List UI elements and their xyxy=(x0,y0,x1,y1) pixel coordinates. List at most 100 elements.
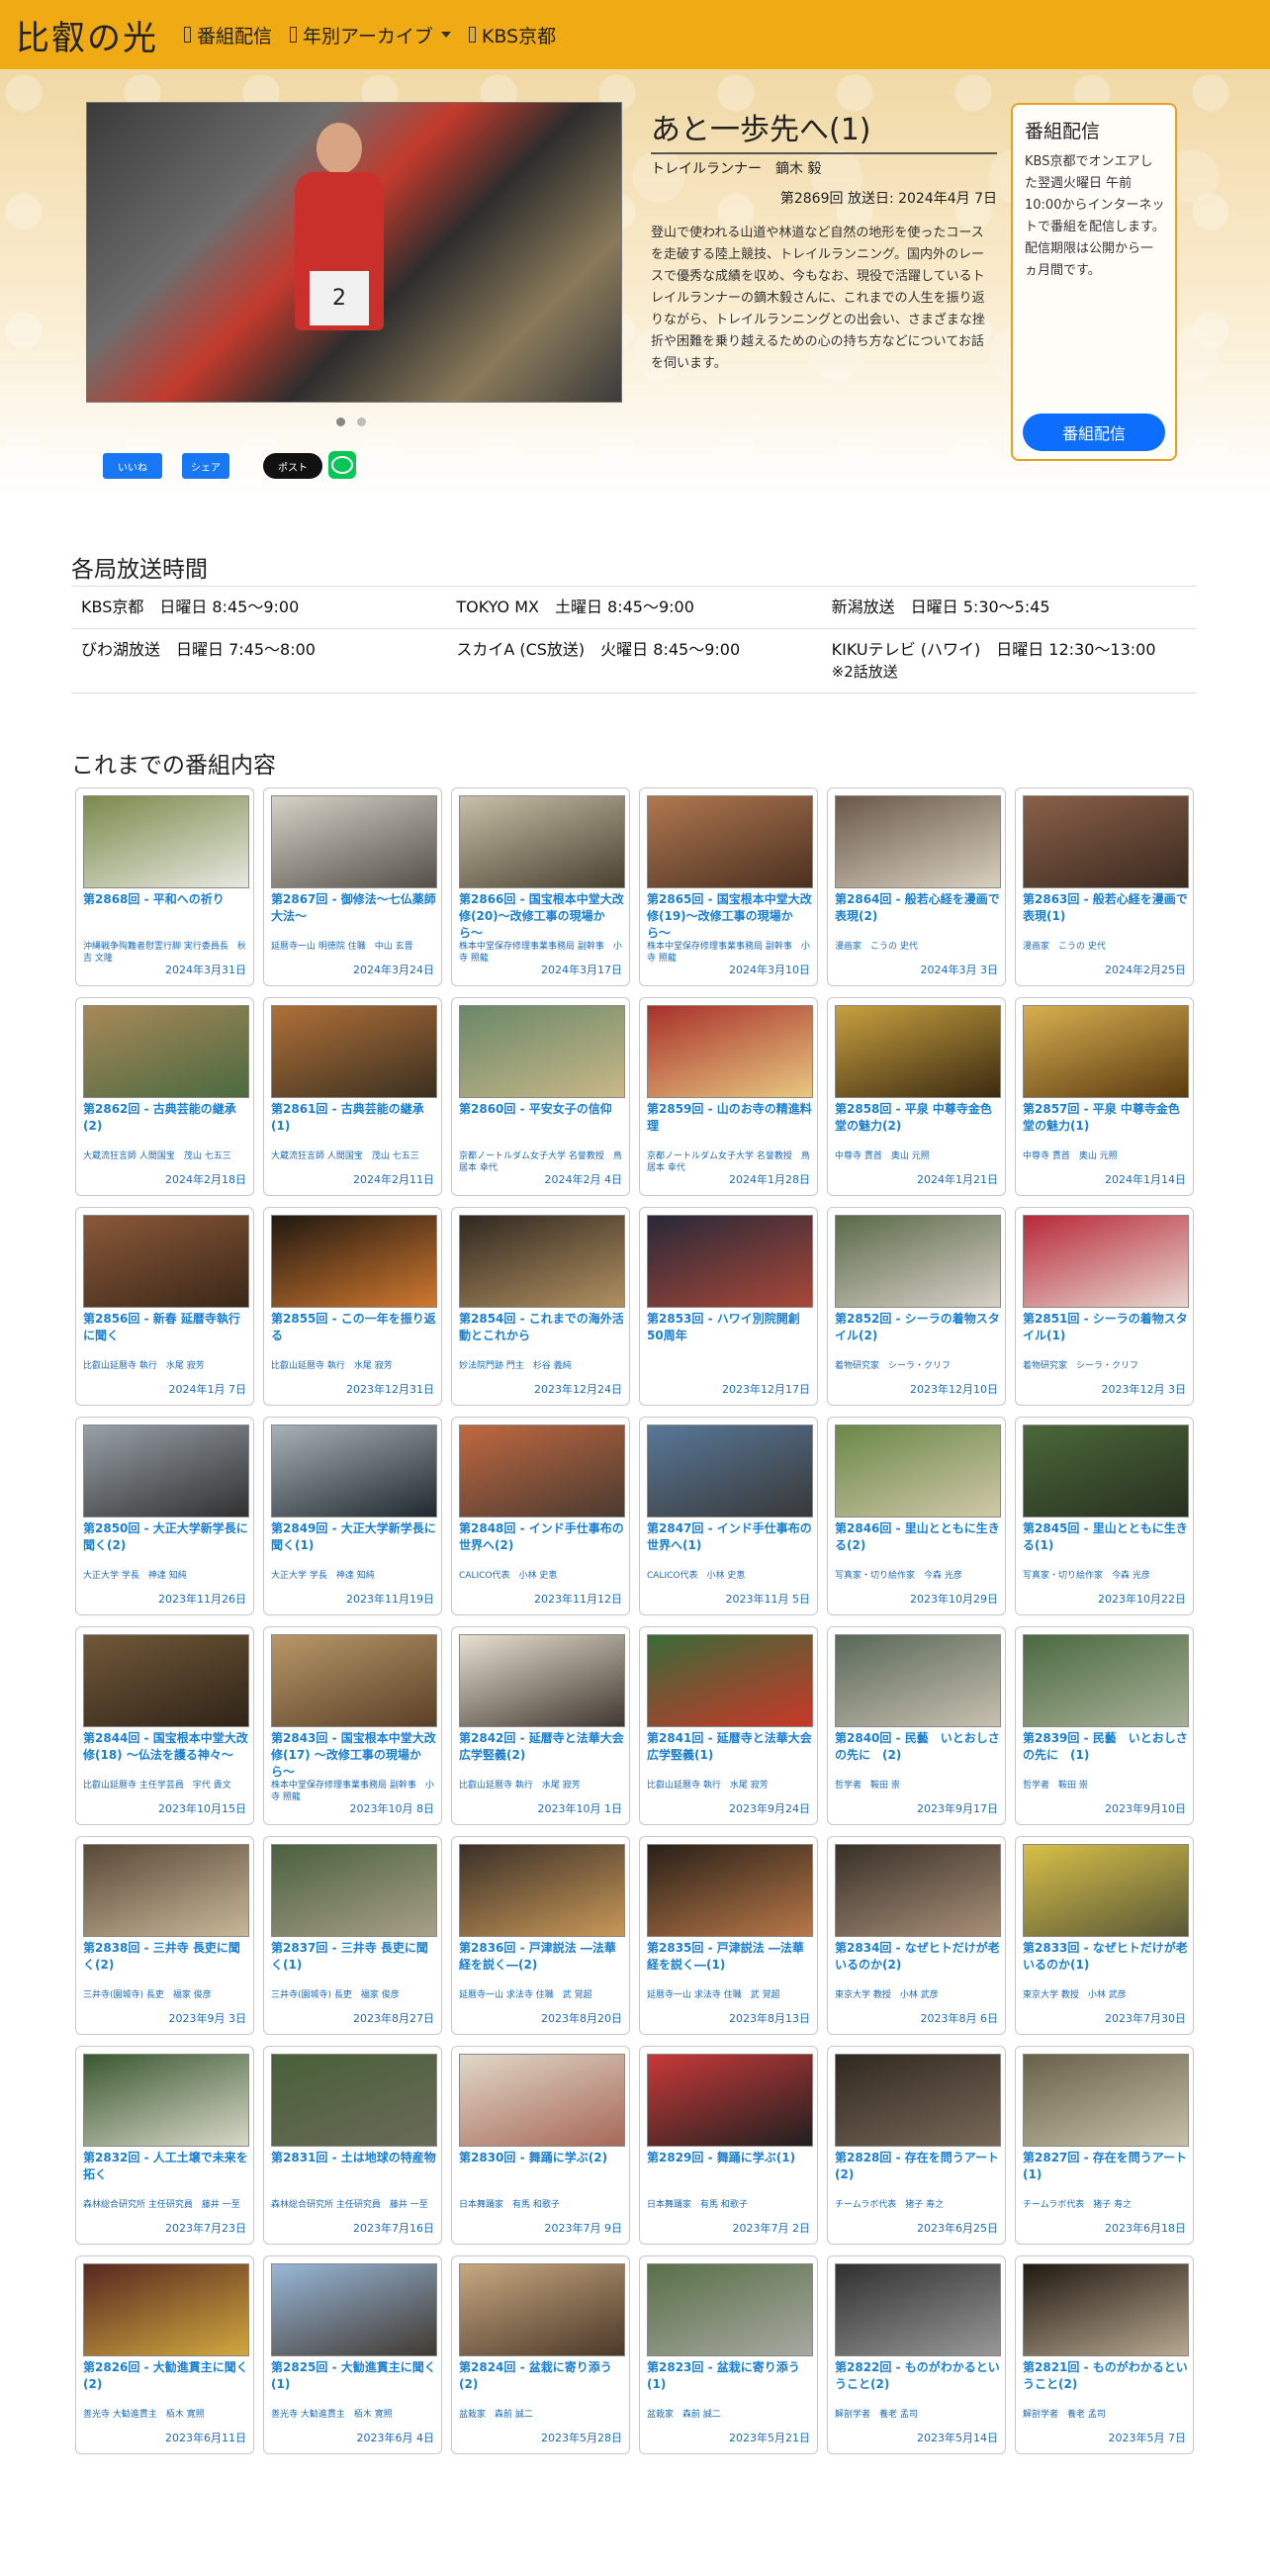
episode-card[interactable]: 第2843回 - 国宝根本中堂大改修(17) 〜改修工事の現場から〜 株本中堂保存… xyxy=(263,1626,442,1825)
episode-card[interactable]: 第2856回 - 新春 延暦寺執行に聞く 比叡山延暦寺 執行 水尾 寂芳 2024年… xyxy=(75,1207,254,1406)
episode-thumbnail[interactable] xyxy=(1023,1215,1189,1308)
episode-card-title[interactable]: 第2844回 - 国宝根本中堂大改修(18) 〜仏法を護る神々〜 xyxy=(83,1730,249,1764)
episode-card[interactable]: 第2844回 - 国宝根本中堂大改修(18) 〜仏法を護る神々〜 比叡山延暦寺 主… xyxy=(75,1626,254,1825)
episode-card-title[interactable]: 第2833回 - なぜヒトだけが老いるのか(1) xyxy=(1023,1940,1189,1974)
episode-card[interactable]: 第2838回 - 三井寺 長吏に聞く(2) 三井寺(園城寺) 長吏 福家 俊彦 20… xyxy=(75,1836,254,2035)
facebook-share-button[interactable]: シェア xyxy=(182,453,229,479)
episode-photo[interactable]: 2 xyxy=(86,102,622,403)
episode-card-title[interactable]: 第2854回 - これまでの海外活動とこれから xyxy=(459,1311,625,1344)
episode-card-title[interactable]: 第2829回 - 舞踊に学ぶ(1) xyxy=(647,2150,813,2166)
episode-card[interactable]: 第2854回 - これまでの海外活動とこれから 妙法院門跡 門主 杉谷 義純 202… xyxy=(451,1207,630,1406)
episode-thumbnail[interactable] xyxy=(835,1215,1001,1308)
episode-card-title[interactable]: 第2839回 - 民藝 いとおしさの先に (1) xyxy=(1023,1730,1189,1764)
episode-thumbnail[interactable] xyxy=(459,2054,625,2147)
episode-thumbnail[interactable] xyxy=(83,1425,249,1518)
episode-card[interactable]: 第2852回 - シーラの着物スタイル(2) 着物研究家 シーラ・クリフ 2023年… xyxy=(827,1207,1006,1406)
facebook-like-button[interactable]: いいね xyxy=(103,453,162,479)
episode-card-title[interactable]: 第2822回 - ものがわかるということ(2) xyxy=(835,2359,1001,2393)
episode-thumbnail[interactable] xyxy=(83,1215,249,1308)
episode-card-title[interactable]: 第2832回 - 人工土壌で未来を拓く xyxy=(83,2150,249,2183)
episode-card-title[interactable]: 第2862回 - 古典芸能の継承(2) xyxy=(83,1101,249,1135)
episode-card[interactable]: 第2868回 - 平和への祈り 沖縄戦争殉難者慰霊行脚 実行委員長 秋吉 文隆 20… xyxy=(75,787,254,986)
episode-thumbnail[interactable] xyxy=(835,1425,1001,1518)
episode-thumbnail[interactable] xyxy=(459,1005,625,1098)
episode-thumbnail[interactable] xyxy=(1023,1425,1189,1518)
carousel-dot[interactable] xyxy=(336,417,345,426)
nav-stream[interactable]: 番組配信 xyxy=(184,22,272,48)
episode-card[interactable]: 第2867回 - 御修法〜七仏薬師大法〜 延暦寺一山 明徳院 住職 中山 玄晋 20… xyxy=(263,787,442,986)
stream-button[interactable]: 番組配信 xyxy=(1023,414,1165,451)
episode-card-title[interactable]: 第2847回 - インド手仕事布の世界へ(1) xyxy=(647,1520,813,1554)
episode-card[interactable]: 第2842回 - 延暦寺と法華大会広学竪義(2) 比叡山延暦寺 執行 水尾 寂芳 2… xyxy=(451,1626,630,1825)
episode-card-title[interactable]: 第2842回 - 延暦寺と法華大会広学竪義(2) xyxy=(459,1730,625,1764)
episode-thumbnail[interactable] xyxy=(647,2054,813,2147)
episode-card-title[interactable]: 第2852回 - シーラの着物スタイル(2) xyxy=(835,1311,1001,1344)
episode-card[interactable]: 第2857回 - 平泉 中尊寺金色堂の魅力(1) 中尊寺 貫首 奥山 元照 2024… xyxy=(1015,997,1194,1196)
episode-thumbnail[interactable] xyxy=(1023,1844,1189,1937)
episode-card-title[interactable]: 第2843回 - 国宝根本中堂大改修(17) 〜改修工事の現場から〜 xyxy=(271,1730,437,1781)
episode-card[interactable]: 第2836回 - 戸津説法 ―法華経を説く―(2) 延暦寺一山 求法寺 住職 武 … xyxy=(451,1836,630,2035)
episode-thumbnail[interactable] xyxy=(1023,1005,1189,1098)
episode-card-title[interactable]: 第2864回 - 般若心経を漫画で表現(2) xyxy=(835,891,1001,925)
episode-thumbnail[interactable] xyxy=(1023,2054,1189,2147)
episode-card[interactable]: 第2846回 - 里山とともに生きる(2) 写真家・切り絵作家 今森 光彦 2023… xyxy=(827,1417,1006,1615)
episode-card-title[interactable]: 第2824回 - 盆栽に寄り添う(2) xyxy=(459,2359,625,2393)
episode-card-title[interactable]: 第2866回 - 国宝根本中堂大改修(20)〜改修工事の現場から〜 xyxy=(459,891,625,942)
episode-card[interactable]: 第2862回 - 古典芸能の継承(2) 大蔵流狂言師 人間国宝 茂山 七五三 202… xyxy=(75,997,254,1196)
episode-card-title[interactable]: 第2858回 - 平泉 中尊寺金色堂の魅力(2) xyxy=(835,1101,1001,1135)
episode-card-title[interactable]: 第2865回 - 国宝根本中堂大改修(19)〜改修工事の現場から〜 xyxy=(647,891,813,942)
episode-card[interactable]: 第2860回 - 平安女子の信仰 京都ノートルダム女子大学 名誉教授 鳥居本 幸代… xyxy=(451,997,630,1196)
episode-thumbnail[interactable] xyxy=(459,1425,625,1518)
episode-card-title[interactable]: 第2863回 - 般若心経を漫画で表現(1) xyxy=(1023,891,1189,925)
episode-card-title[interactable]: 第2855回 - この一年を振り返る xyxy=(271,1311,437,1344)
episode-card-title[interactable]: 第2841回 - 延暦寺と法華大会広学竪義(1) xyxy=(647,1730,813,1764)
episode-thumbnail[interactable] xyxy=(83,1634,249,1727)
episode-card[interactable]: 第2849回 - 大正大学新学長に聞く(1) 大正大学 学長 神達 知純 2023年… xyxy=(263,1417,442,1615)
episode-card-title[interactable]: 第2821回 - ものがわかるということ(2) xyxy=(1023,2359,1189,2393)
episode-thumbnail[interactable] xyxy=(271,1425,437,1518)
episode-thumbnail[interactable] xyxy=(647,795,813,888)
episode-card-title[interactable]: 第2853回 - ハワイ別院開創50周年 xyxy=(647,1311,813,1344)
episode-thumbnail[interactable] xyxy=(835,2263,1001,2356)
episode-card-title[interactable]: 第2856回 - 新春 延暦寺執行に聞く xyxy=(83,1311,249,1344)
episode-thumbnail[interactable] xyxy=(647,1005,813,1098)
episode-card-title[interactable]: 第2846回 - 里山とともに生きる(2) xyxy=(835,1520,1001,1554)
episode-card-title[interactable]: 第2823回 - 盆栽に寄り添う(1) xyxy=(647,2359,813,2393)
episode-thumbnail[interactable] xyxy=(459,1215,625,1308)
episode-card-title[interactable]: 第2836回 - 戸津説法 ―法華経を説く―(2) xyxy=(459,1940,625,1974)
episode-thumbnail[interactable] xyxy=(835,2054,1001,2147)
episode-card-title[interactable]: 第2868回 - 平和への祈り xyxy=(83,891,249,908)
episode-card[interactable]: 第2845回 - 里山とともに生きる(1) 写真家・切り絵作家 今森 光彦 2023… xyxy=(1015,1417,1194,1615)
episode-card-title[interactable]: 第2860回 - 平安女子の信仰 xyxy=(459,1101,625,1118)
carousel-dot[interactable] xyxy=(357,417,366,426)
episode-card-title[interactable]: 第2834回 - なぜヒトだけが老いるのか(2) xyxy=(835,1940,1001,1974)
episode-thumbnail[interactable] xyxy=(647,1425,813,1518)
episode-card[interactable]: 第2864回 - 般若心経を漫画で表現(2) 漫画家 こうの 史代 2024年3月 … xyxy=(827,787,1006,986)
episode-thumbnail[interactable] xyxy=(459,1844,625,1937)
episode-card-title[interactable]: 第2837回 - 三井寺 長吏に聞く(1) xyxy=(271,1940,437,1974)
episode-card[interactable]: 第2839回 - 民藝 いとおしさの先に (1) 哲学者 鞍田 崇 2023年9月1… xyxy=(1015,1626,1194,1825)
episode-card-title[interactable]: 第2848回 - インド手仕事布の世界へ(2) xyxy=(459,1520,625,1554)
episode-card[interactable]: 第2829回 - 舞踊に学ぶ(1) 日本舞踊家 有馬 和歌子 2023年7月 2日 xyxy=(639,2046,818,2245)
episode-card[interactable]: 第2833回 - なぜヒトだけが老いるのか(1) 東京大学 教授 小林 武彦 202… xyxy=(1015,1836,1194,2035)
episode-thumbnail[interactable] xyxy=(835,795,1001,888)
episode-thumbnail[interactable] xyxy=(647,1634,813,1727)
episode-card-title[interactable]: 第2835回 - 戸津説法 ―法華経を説く―(1) xyxy=(647,1940,813,1974)
line-share-button[interactable] xyxy=(328,451,356,479)
episode-card-title[interactable]: 第2849回 - 大正大学新学長に聞く(1) xyxy=(271,1520,437,1554)
episode-card[interactable]: 第2859回 - 山のお寺の精進料理 京都ノートルダム女子大学 名誉教授 鳥居本 … xyxy=(639,997,818,1196)
episode-card-title[interactable]: 第2857回 - 平泉 中尊寺金色堂の魅力(1) xyxy=(1023,1101,1189,1135)
episode-card[interactable]: 第2823回 - 盆栽に寄り添う(1) 盆栽家 森前 誠二 2023年5月21日 xyxy=(639,2255,818,2454)
episode-card[interactable]: 第2851回 - シーラの着物スタイル(1) 着物研究家 シーラ・クリフ 2023年… xyxy=(1015,1207,1194,1406)
episode-card-title[interactable]: 第2827回 - 存在を問うアート(1) xyxy=(1023,2150,1189,2183)
episode-thumbnail[interactable] xyxy=(83,2054,249,2147)
episode-card[interactable]: 第2826回 - 大勧進貫主に聞く(2) 善光寺 大勧進貫主 栢木 寛照 2023年… xyxy=(75,2255,254,2454)
episode-card[interactable]: 第2848回 - インド手仕事布の世界へ(2) CALICO代表 小林 史恵 202… xyxy=(451,1417,630,1615)
episode-card[interactable]: 第2840回 - 民藝 いとおしさの先に (2) 哲学者 鞍田 崇 2023年9月1… xyxy=(827,1626,1006,1825)
episode-card-title[interactable]: 第2851回 - シーラの着物スタイル(1) xyxy=(1023,1311,1189,1344)
episode-thumbnail[interactable] xyxy=(271,1005,437,1098)
episode-thumbnail[interactable] xyxy=(459,1634,625,1727)
episode-card-title[interactable]: 第2840回 - 民藝 いとおしさの先に (2) xyxy=(835,1730,1001,1764)
episode-card[interactable]: 第2853回 - ハワイ別院開創50周年 2023年12月17日 xyxy=(639,1207,818,1406)
episode-thumbnail[interactable] xyxy=(835,1634,1001,1727)
